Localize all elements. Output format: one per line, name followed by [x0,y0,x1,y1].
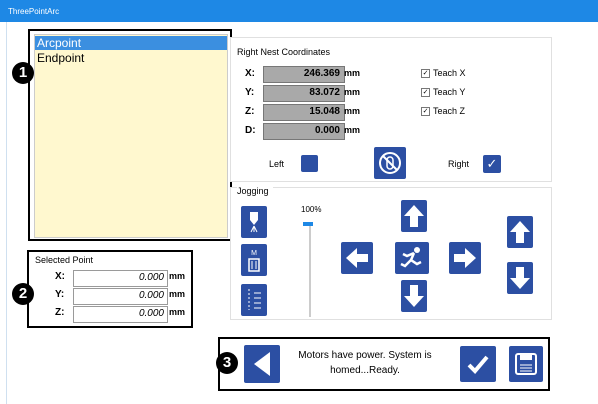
left-checkbox[interactable] [301,155,318,172]
jogging-panel: Jogging M 100% [230,186,552,320]
teach-y-label: Teach Y [433,87,466,97]
nest-d-label: D: [245,125,256,136]
jog-down-button[interactable] [401,280,427,312]
speed-slider-thumb[interactable] [303,222,313,226]
speed-slider-track[interactable] [309,222,311,317]
selected-point-panel: Selected Point X: 0.000 mm Y: 0.000 mm Z… [27,250,193,328]
right-label: Right [448,159,470,169]
nest-z-label: Z: [245,106,255,117]
sel-z-label: Z: [55,307,65,318]
status-bar: Motors have power. System is homed...Rea… [218,337,550,391]
sel-x-label: X: [55,271,65,282]
arrow-down-icon [404,285,424,307]
teach-x-checkbox[interactable]: ✓ Teach X [421,68,466,79]
points-list[interactable]: Arcpoint Endpoint [34,34,228,238]
nozzle-icon [250,212,258,233]
sel-y-field[interactable]: 0.000 [73,288,168,305]
arrow-left-icon [346,248,368,268]
nest-y-value: 83.072 [263,85,345,102]
path-tool-button[interactable] [241,284,267,316]
title-bar: ThreePointArc [0,0,598,22]
sel-x-unit: mm [169,271,186,281]
left-border [6,22,7,404]
jog-z-up-button[interactable] [507,216,533,248]
running-person-icon [400,247,422,268]
callout-3: 3 [216,352,238,374]
teach-z-checkbox[interactable]: ✓ Teach Z [421,106,466,117]
mix-tool-button[interactable]: M [241,244,267,276]
teach-x-label: Teach X [433,68,466,78]
list-item-endpoint[interactable]: Endpoint [35,51,227,65]
nest-y-label: Y: [245,87,255,98]
sel-y-label: Y: [55,289,65,300]
check-icon: ✓ [486,156,498,171]
teach-y-checkbox[interactable]: ✓ Teach Y [421,87,466,98]
nest-z-value: 15.048 [263,104,345,121]
jogging-title: Jogging [237,186,273,196]
callout-2: 2 [12,283,34,305]
sel-x-field[interactable]: 0.000 [73,270,168,287]
no-link-icon [379,152,401,174]
right-nest-title: Right Nest Coordinates [237,47,331,57]
nest-x-unit: mm [344,68,361,78]
path-icon [248,289,261,310]
teach-z-check-icon: ✓ [421,107,430,117]
speed-percent: 100% [301,205,322,214]
jog-right-button[interactable] [449,242,481,274]
nest-x-label: X: [245,68,255,79]
triangle-left-icon [254,352,270,376]
jog-left-button[interactable] [341,242,373,274]
disable-nest-button[interactable] [374,147,406,179]
arrow-down-icon [510,267,530,289]
save-button[interactable] [509,346,543,382]
mixer-icon: M [248,250,260,272]
spray-tool-button[interactable] [241,206,267,238]
confirm-button[interactable] [460,346,496,382]
left-label: Left [269,159,285,169]
back-button[interactable] [244,345,280,383]
nest-d-value: 0.000 [263,123,345,140]
jog-z-down-button[interactable] [507,262,533,294]
nest-y-unit: mm [344,87,361,97]
jog-up-button[interactable] [401,200,427,232]
teach-z-label: Teach Z [433,106,466,116]
teach-y-check-icon: ✓ [421,88,430,98]
nest-x-value: 246.369 [263,66,345,83]
sel-z-unit: mm [169,307,186,317]
window-title: ThreePointArc [8,7,60,16]
nest-z-unit: mm [344,106,361,116]
sel-z-field[interactable]: 0.000 [73,306,168,323]
sel-y-unit: mm [169,289,186,299]
teach-x-check-icon: ✓ [421,69,430,79]
checkmark-icon [467,355,489,374]
right-checkbox[interactable]: ✓ [483,155,501,173]
svg-text:M: M [251,250,257,257]
selected-point-title: Selected Point [35,255,94,265]
list-item-arcpoint[interactable]: Arcpoint [35,36,227,50]
points-list-frame: Arcpoint Endpoint [28,29,232,241]
jog-home-button[interactable] [395,242,429,274]
callout-1: 1 [12,62,34,84]
arrow-up-icon [510,221,530,243]
save-icon [515,353,537,375]
status-message: Motors have power. System is homed...Rea… [298,350,432,376]
arrow-right-icon [454,248,476,268]
right-nest-panel: Right Nest Coordinates X: 246.369 mm ✓ Te… [230,37,552,182]
arrow-up-icon [404,205,424,227]
nest-d-unit: mm [344,125,361,135]
